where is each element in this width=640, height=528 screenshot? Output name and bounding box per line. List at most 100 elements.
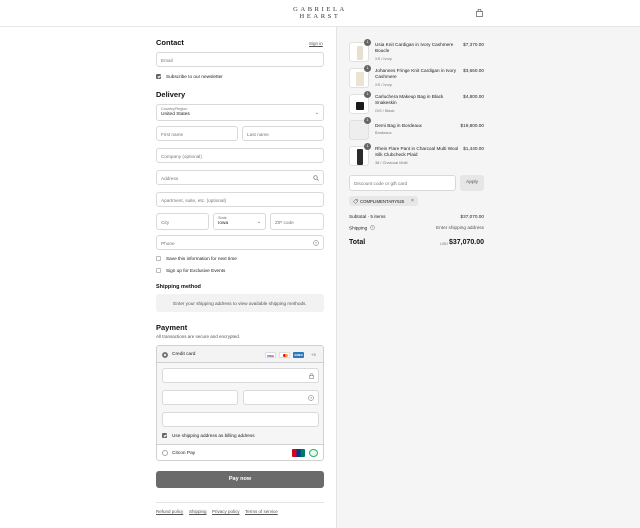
shipping-row: Shipping ? Enter shipping address: [349, 225, 484, 231]
order-item: 1 Rhein Flare Pant in Charcoal Multi Woo…: [349, 143, 484, 168]
remove-discount-icon[interactable]: ×: [411, 198, 414, 204]
exclusive-events-checkbox[interactable]: [156, 268, 161, 273]
company-placeholder: Company (optional): [161, 153, 202, 159]
credit-card-option[interactable]: Credit card VISA AMEX +3: [157, 346, 323, 363]
discount-code-value: COMPLIMENTARY525: [360, 198, 405, 204]
address-field[interactable]: Address: [156, 170, 324, 185]
state-value: Iowa: [218, 221, 229, 226]
mastercard-icon: [279, 351, 290, 358]
item-name: Johannes Fringe Knit Cardigan in Ivory C…: [375, 68, 457, 80]
payment-options: Credit card VISA AMEX +3 ? Use shipping …: [156, 345, 324, 461]
sign-in-link[interactable]: Sign in: [309, 41, 323, 46]
amex-icon: AMEX: [293, 351, 304, 358]
quantity-badge: 1: [364, 91, 371, 98]
citcon-pay-radio[interactable]: [162, 450, 168, 456]
item-variant: Bordeaux: [375, 130, 392, 135]
apartment-placeholder: Apartment, suite, etc. (optional): [161, 197, 227, 203]
phone-placeholder: Phone: [161, 240, 175, 246]
footer-divider: [156, 502, 324, 503]
credit-card-radio[interactable]: [162, 351, 168, 358]
pay-now-button[interactable]: Pay now: [156, 471, 324, 488]
svg-text:?: ?: [310, 396, 312, 400]
item-variant: XS / Ivory: [375, 56, 392, 61]
country-select[interactable]: Country/Region United States ⌄: [156, 104, 324, 121]
address-placeholder: Address: [161, 175, 179, 181]
email-placeholder: Email: [161, 57, 173, 63]
zip-field[interactable]: ZIP code: [270, 213, 324, 230]
item-name: Usia Knit Cardigan in Ivory Cashmere Bou…: [375, 42, 454, 54]
shipping-value: Enter shipping address: [436, 225, 484, 230]
item-price: $1,440.00: [463, 146, 484, 151]
item-name: Rhein Flare Pant in Charcoal Multi Wool …: [375, 146, 459, 158]
item-name: Carluchera Makeup Bag in Black Snakeskin: [375, 94, 444, 106]
search-icon: [313, 175, 319, 181]
country-value: United States: [161, 112, 190, 117]
last-name-field[interactable]: Last name: [242, 126, 324, 141]
payment-subtitle: All transactions are secure and encrypte…: [156, 334, 241, 339]
first-name-field[interactable]: First name: [156, 126, 238, 141]
svg-text:?: ?: [371, 226, 373, 230]
first-name-placeholder: First name: [161, 131, 184, 137]
terms-of-service-link[interactable]: Terms of service: [245, 509, 278, 514]
chevron-down-icon: ⌄: [256, 219, 261, 225]
newsletter-label: Subscribe to our newsletter: [166, 74, 223, 79]
refund-policy-link[interactable]: Refund policy: [156, 509, 183, 514]
more-cards-count: +3: [311, 352, 316, 357]
expiration-field[interactable]: [162, 390, 238, 405]
state-select[interactable]: State Iowa ⌄: [213, 213, 266, 230]
state-label: State: [218, 216, 227, 220]
subtotal-label: Subtotal · 5 items: [349, 214, 386, 219]
help-icon[interactable]: ?: [313, 240, 319, 246]
item-price: $4,800.00: [463, 94, 484, 99]
security-code-field[interactable]: ?: [243, 390, 319, 405]
discount-code-field[interactable]: Discount code or gift card: [349, 175, 456, 191]
unionpay-icon: [292, 448, 305, 457]
item-variant: O/S / Black: [375, 108, 395, 113]
apartment-field[interactable]: Apartment, suite, etc. (optional): [156, 192, 324, 207]
quantity-badge: 1: [364, 143, 371, 150]
citcon-pay-label: Citcon Pay: [172, 450, 196, 456]
shipping-method-title: Shipping method: [156, 284, 201, 290]
visa-icon: VISA: [265, 351, 276, 358]
order-item: 1 Carluchera Makeup Bag in Black Snakesk…: [349, 91, 484, 116]
help-icon[interactable]: ?: [308, 395, 314, 401]
quantity-badge: 1: [364, 39, 371, 46]
chevron-down-icon: ⌄: [314, 110, 319, 116]
brand-logo[interactable]: GABRIELA HEARST: [0, 6, 640, 20]
total-row: Total USD $37,070.00: [349, 239, 484, 249]
payment-title: Payment: [156, 323, 188, 332]
total-label: Total: [349, 239, 366, 246]
site-header: GABRIELA HEARST: [0, 0, 640, 27]
apply-button[interactable]: Apply: [460, 175, 484, 191]
logo-line-2: HEARST: [299, 13, 341, 20]
save-info-checkbox[interactable]: [156, 256, 161, 261]
svg-text:?: ?: [315, 241, 317, 245]
item-name: Demi Bag in Bordeaux: [375, 123, 422, 128]
shipping-policy-link[interactable]: Shipping: [189, 509, 207, 514]
city-field[interactable]: City: [156, 213, 209, 230]
card-details-panel: ? Use shipping address as billing addres…: [157, 363, 323, 445]
shopping-bag-icon[interactable]: [476, 9, 483, 17]
total-value: $37,070.00: [448, 239, 484, 246]
name-on-card-field[interactable]: [162, 412, 319, 427]
subtotal-value: $37,070.00: [460, 214, 484, 219]
item-price: $3,660.00: [463, 68, 484, 73]
shipping-method-message: Enter your shipping address to view avai…: [173, 300, 307, 306]
privacy-policy-link[interactable]: Privacy policy: [212, 509, 240, 514]
country-label: Country/Region: [161, 107, 188, 111]
applied-discount-tag: COMPLIMENTARY525 ×: [349, 196, 418, 206]
last-name-placeholder: Last name: [247, 131, 269, 137]
phone-field[interactable]: Phone ?: [156, 235, 324, 250]
exclusive-events-label: Sign up for Exclusive Events: [166, 268, 226, 273]
quantity-badge: 1: [364, 117, 371, 124]
email-field[interactable]: Email: [156, 52, 324, 67]
citcon-pay-option[interactable]: Citcon Pay: [157, 445, 323, 460]
help-icon[interactable]: ?: [369, 225, 375, 230]
delivery-title: Delivery: [156, 90, 186, 99]
card-number-field[interactable]: [162, 368, 319, 383]
order-item: 1 Johannes Fringe Knit Cardigan in Ivory…: [349, 65, 484, 90]
company-field[interactable]: Company (optional): [156, 148, 324, 163]
credit-card-label: Credit card: [172, 352, 196, 357]
billing-address-checkbox[interactable]: [162, 433, 167, 438]
newsletter-checkbox[interactable]: [156, 74, 161, 79]
